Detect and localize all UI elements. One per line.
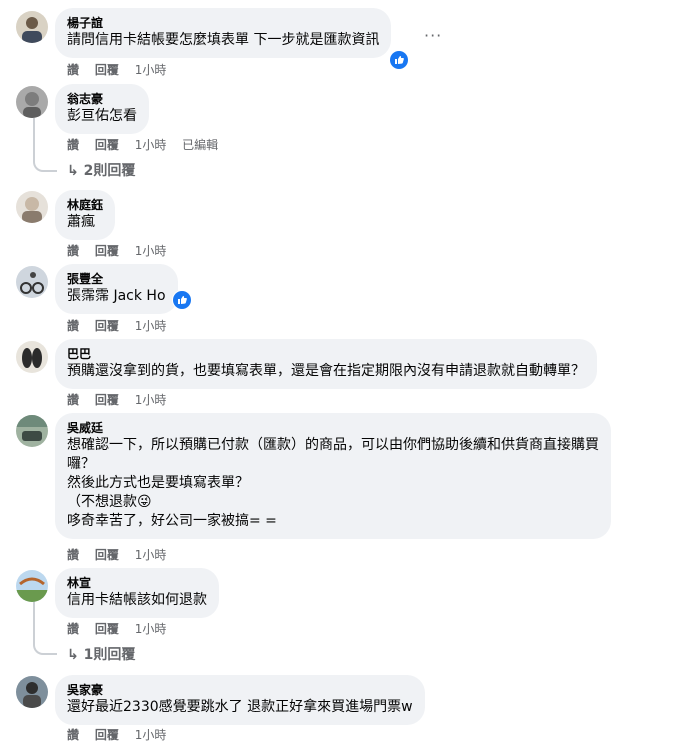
comment-bubble: 翁志豪 彭亘佑怎看	[55, 84, 149, 134]
avatar[interactable]	[16, 191, 48, 223]
comment-text-line: 想確認一下，所以預購已付款（匯款）的商品，可以由你們協助後續和供貨商直接購買	[67, 437, 599, 453]
replies-count: 1則回覆	[83, 647, 136, 663]
commenter-name[interactable]: 吳威廷	[67, 420, 599, 436]
replies-count: 2則回覆	[83, 163, 136, 179]
like-button[interactable]: 讚	[67, 622, 79, 636]
comment-text: 張霈霈 Jack Ho	[67, 288, 166, 304]
reply-arrow-icon: ↳	[67, 163, 84, 179]
timestamp[interactable]: 1小時	[135, 63, 167, 77]
comment-text-line: 囉？	[67, 456, 95, 472]
comment-text: 蕭瘋	[67, 214, 95, 230]
comment-actions: 讚 回覆 1小時 已編輯	[67, 137, 230, 153]
timestamp[interactable]: 1小時	[135, 393, 167, 407]
like-button[interactable]: 讚	[67, 63, 79, 77]
commenter-name[interactable]: 吳家豪	[67, 682, 413, 698]
view-replies-link[interactable]: ↳ 2則回覆	[67, 160, 135, 180]
edited-label: 已編輯	[182, 138, 219, 152]
avatar[interactable]	[16, 570, 48, 602]
comment-actions: 讚 回覆 1小時	[67, 318, 178, 334]
commenter-name[interactable]: 巴巴	[67, 346, 585, 362]
like-button[interactable]: 讚	[67, 393, 79, 407]
avatar[interactable]	[16, 676, 48, 708]
thread-connector	[33, 158, 57, 172]
avatar[interactable]	[16, 86, 48, 118]
commenter-name[interactable]: 林宣	[67, 575, 207, 591]
timestamp[interactable]: 1小時	[135, 319, 167, 333]
reply-arrow-icon: ↳	[67, 647, 84, 663]
comment-text: 預購還沒拿到的貨，也要填寫表單，還是會在指定期限內沒有申請退款就自動轉單？	[67, 363, 585, 379]
comment-bubble: 楊子誼 請問信用卡結帳要怎麼填表單 下一步就是匯款資訊	[55, 8, 392, 58]
like-button[interactable]: 讚	[67, 728, 79, 742]
thread-connector	[33, 641, 57, 655]
avatar[interactable]	[16, 266, 48, 298]
avatar[interactable]	[16, 341, 48, 373]
comment-actions: 讚 回覆 1小時	[67, 621, 178, 637]
comment-text-line: 哆奇幸苦了，好公司一家被搞= =	[67, 513, 277, 529]
comment-text: 信用卡結帳該如何退款	[67, 592, 207, 608]
like-button[interactable]: 讚	[67, 319, 79, 333]
view-replies-link[interactable]: ↳ 1則回覆	[67, 644, 135, 664]
thread-line	[33, 601, 35, 641]
like-button[interactable]: 讚	[67, 244, 79, 258]
thread-line	[33, 118, 35, 158]
timestamp[interactable]: 1小時	[135, 138, 167, 152]
timestamp[interactable]: 1小時	[135, 622, 167, 636]
reaction-badge[interactable]	[389, 50, 409, 70]
comment-text: 彭亘佑怎看	[67, 108, 137, 124]
commenter-name[interactable]: 翁志豪	[67, 91, 137, 107]
reply-button[interactable]: 回覆	[95, 622, 119, 636]
comment-bubble: 張豐全 張霈霈 Jack Ho	[55, 264, 178, 314]
like-icon	[173, 291, 191, 309]
comment-actions: 讚 回覆 1小時	[67, 727, 178, 743]
reaction-badge[interactable]	[172, 290, 192, 310]
timestamp[interactable]: 1小時	[135, 548, 167, 562]
commenter-name[interactable]: 張豐全	[67, 271, 166, 287]
commenter-name[interactable]: 林庭鈺	[67, 197, 103, 213]
reply-button[interactable]: 回覆	[95, 393, 119, 407]
reply-button[interactable]: 回覆	[95, 63, 119, 77]
comment-text-line: 然後此方式也是要填寫表單？	[67, 475, 249, 491]
comment-bubble: 巴巴 預購還沒拿到的貨，也要填寫表單，還是會在指定期限內沒有申請退款就自動轉單？	[55, 339, 597, 389]
comment-actions: 讚 回覆 1小時	[67, 243, 178, 259]
reply-button[interactable]: 回覆	[95, 728, 119, 742]
like-button[interactable]: 讚	[67, 548, 79, 562]
commenter-name[interactable]: 楊子誼	[67, 15, 379, 31]
timestamp[interactable]: 1小時	[135, 728, 167, 742]
comment-actions: 讚 回覆 1小時	[67, 62, 178, 78]
comment-text-line: （不想退款😜	[67, 494, 152, 510]
comment-actions: 讚 回覆 1小時	[67, 392, 178, 408]
avatar[interactable]	[16, 415, 48, 447]
comment-text: 還好最近2330感覺要跳水了 退款正好拿來買進場門票w	[67, 699, 413, 715]
reply-button[interactable]: 回覆	[95, 244, 119, 258]
comment-bubble: 林宣 信用卡結帳該如何退款	[55, 568, 219, 618]
comment-actions: 讚 回覆 1小時	[67, 547, 178, 563]
timestamp[interactable]: 1小時	[135, 244, 167, 258]
reply-button[interactable]: 回覆	[95, 138, 119, 152]
more-options-icon[interactable]: ···	[424, 26, 442, 45]
comment-bubble: 林庭鈺 蕭瘋	[55, 190, 116, 240]
like-button[interactable]: 讚	[67, 138, 79, 152]
avatar[interactable]	[16, 11, 48, 43]
comment-bubble: 吳威廷 想確認一下，所以預購已付款（匯款）的商品，可以由你們協助後續和供貨商直接…	[55, 413, 611, 539]
like-icon	[390, 51, 408, 69]
comment-text: 請問信用卡結帳要怎麼填表單 下一步就是匯款資訊	[67, 32, 380, 48]
comment-bubble: 吳家豪 還好最近2330感覺要跳水了 退款正好拿來買進場門票w	[55, 675, 425, 725]
reply-button[interactable]: 回覆	[95, 548, 119, 562]
reply-button[interactable]: 回覆	[95, 319, 119, 333]
